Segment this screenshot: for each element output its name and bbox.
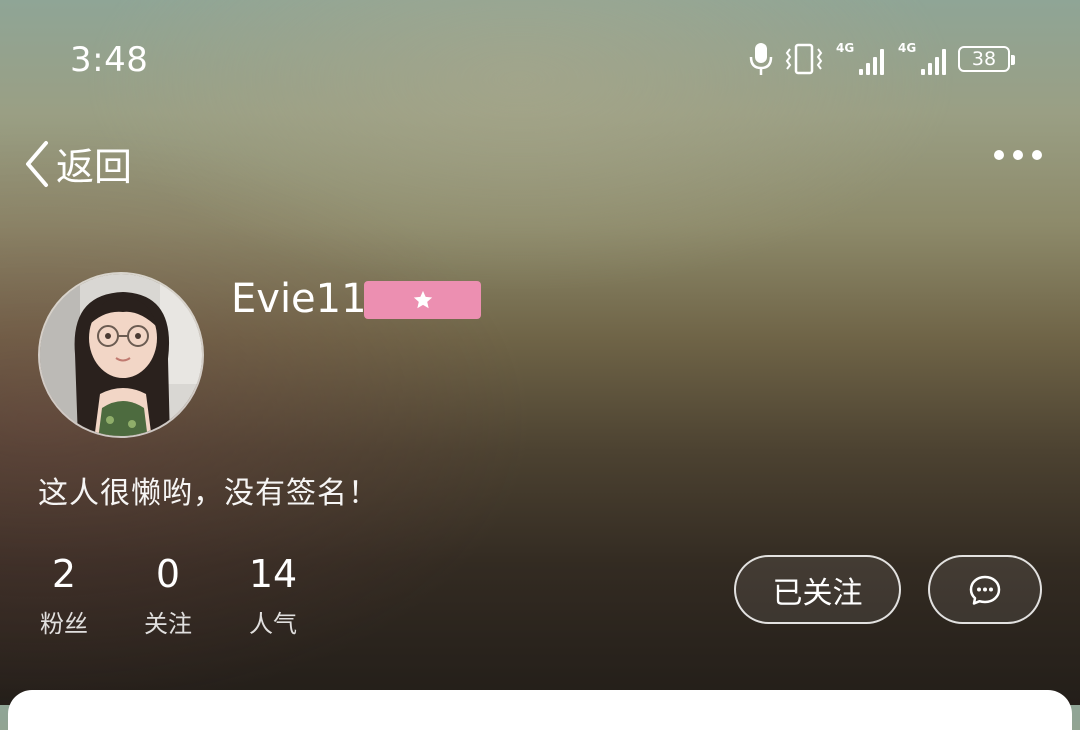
chat-bubble-icon: [969, 575, 1001, 605]
signal-icon: 4G: [896, 41, 948, 77]
star-icon: [413, 290, 432, 309]
content-sheet: [8, 690, 1072, 730]
stat-value: 2: [51, 552, 77, 596]
avatar[interactable]: [38, 272, 204, 438]
back-label: 返回: [56, 145, 133, 189]
stat-popularity[interactable]: 14 人气: [244, 552, 302, 639]
more-dots-icon[interactable]: [994, 150, 1042, 160]
status-time: 3:48: [70, 40, 149, 80]
stat-value: 0: [155, 552, 181, 596]
battery-icon: 38: [958, 46, 1015, 72]
status-icons: 4G 4G 38: [748, 38, 1015, 80]
stat-label: 粉丝: [40, 610, 88, 638]
stat-value: 14: [248, 552, 298, 596]
network-type-label: 4G: [836, 41, 855, 55]
signal-icon: 4G: [834, 41, 886, 77]
stat-followers[interactable]: 2 粉丝: [36, 552, 92, 639]
network-type-label: 4G: [898, 41, 917, 55]
message-button[interactable]: [928, 555, 1042, 624]
back-button[interactable]: 返回: [22, 136, 132, 191]
chevron-left-icon: [26, 140, 48, 187]
stat-label: 关注: [144, 610, 192, 638]
vibrate-icon: [785, 43, 823, 75]
signature: 这人很懒哟，没有签名！: [38, 476, 379, 511]
username: Evie11: [231, 276, 367, 322]
stat-label: 人气: [249, 610, 297, 638]
vip-badge: [364, 281, 481, 319]
stat-following[interactable]: 0 关注: [140, 552, 196, 639]
followed-button[interactable]: 已关注: [734, 555, 901, 624]
microphone-icon: [749, 43, 773, 75]
battery-level: 38: [971, 48, 997, 70]
